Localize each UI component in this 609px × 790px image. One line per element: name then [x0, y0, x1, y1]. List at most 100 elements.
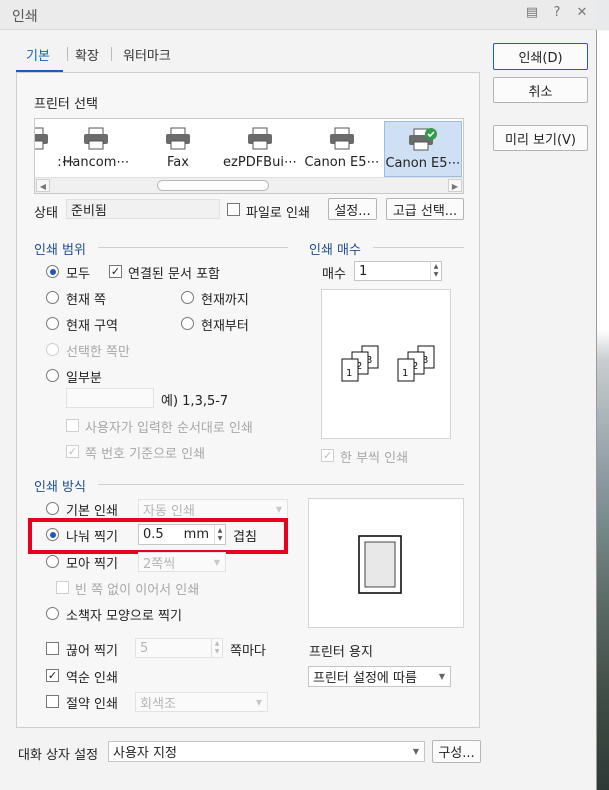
print-to-file-label: 파일로 인쇄 — [246, 206, 310, 221]
printer-paper-title: 프린터 용지 — [309, 645, 373, 660]
printer-select-title: 프린터 선택 — [34, 97, 98, 112]
range-from-current-radio[interactable] — [181, 317, 194, 330]
title-bar: 인쇄 ▤ ? ✕ — [0, 0, 597, 30]
copies-spin-icon[interactable]: ▲ ▼ — [430, 262, 441, 280]
printer-item-canon-2-selected[interactable]: Canon E5⋯ — [384, 121, 462, 177]
scroll-left-icon[interactable]: ◀ — [36, 179, 50, 192]
collate-pages-illustration: 3 2 1 3 2 1 — [341, 345, 435, 382]
copies-title: 인쇄 매수 — [309, 243, 361, 258]
printer-name: Fax — [167, 155, 189, 170]
printer-icon — [35, 127, 48, 150]
printer-icon — [166, 127, 190, 150]
range-all-label: 모두 — [66, 267, 90, 282]
scroll-right-icon[interactable]: ▶ — [448, 179, 462, 192]
highlight-annotation — [28, 518, 288, 554]
reverse-checkbox[interactable]: ✓ — [46, 669, 59, 682]
printer-name: Canon E5⋯ — [385, 156, 461, 171]
scroll-thumb[interactable] — [157, 180, 269, 191]
divider — [373, 247, 464, 248]
economy-dropdown: 회색조 ▼ — [135, 692, 268, 712]
copies-label: 매수 — [322, 267, 346, 282]
preview-button[interactable]: 미리 보기(V) — [493, 125, 588, 151]
print-method-preview — [308, 498, 464, 628]
method-booklet-radio[interactable] — [46, 607, 59, 620]
printer-icon — [84, 127, 108, 150]
page-number: 1 — [346, 368, 352, 379]
printer-item-ezpdf[interactable]: ezPDFBui⋯ — [221, 121, 299, 177]
tab-separator — [67, 47, 68, 61]
range-current-section-label: 현재 구역 — [66, 319, 118, 334]
divider — [98, 484, 464, 485]
copies-stepper[interactable]: 1 ▲ ▼ — [354, 261, 442, 281]
range-all-radio[interactable] — [46, 265, 59, 278]
method-gather-radio[interactable] — [46, 555, 59, 568]
chunk-label: 끊어 찍기 — [66, 644, 118, 659]
cancel-button[interactable]: 취소 — [493, 77, 588, 103]
range-partial-label: 일부분 — [66, 371, 102, 386]
gather-dropdown: 2쪽씩 ▼ — [138, 552, 226, 572]
printer-item-canon-1[interactable]: Canon E5⋯ — [303, 121, 381, 177]
printer-icon — [248, 127, 272, 150]
gather-value: 2쪽씩 — [143, 556, 176, 572]
collate-checkbox: ✓ — [321, 449, 334, 462]
economy-value: 회색조 — [140, 696, 176, 712]
continuous-label: 빈 쪽 없이 이어서 인쇄 — [75, 583, 200, 598]
include-linked-checkbox[interactable]: ✓ — [109, 265, 122, 278]
print-dialog: 인쇄 ▤ ? ✕ 기본 확장 워터마크 인쇄(D) 취소 미리 보기(V) 프린… — [0, 0, 597, 790]
printer-item-hancom[interactable]: Hancom⋯ — [57, 121, 135, 177]
reverse-label: 역순 인쇄 — [66, 671, 118, 686]
method-gather-label: 모아 찍기 — [66, 557, 118, 572]
user-order-checkbox — [66, 419, 79, 432]
range-current-section-radio[interactable] — [46, 317, 59, 330]
divider — [98, 247, 288, 248]
partial-pages-input[interactable] — [66, 388, 154, 408]
tab-separator — [111, 47, 112, 61]
dialog-settings-dropdown[interactable]: 사용자 지정 ▼ — [108, 741, 425, 762]
configure-button[interactable]: 구성... — [432, 740, 481, 763]
chevron-down-icon: ▼ — [275, 504, 282, 514]
default-printer-icon — [409, 128, 437, 151]
printer-item-fax[interactable]: Fax — [139, 121, 217, 177]
partial-example-label: 예) 1,3,5-7 — [161, 394, 229, 409]
chevron-down-icon: ▼ — [412, 747, 419, 756]
continuous-checkbox — [56, 581, 69, 594]
chunk-checkbox[interactable] — [46, 642, 59, 655]
help-icon[interactable]: ? — [550, 5, 564, 20]
printer-list-scrollbar[interactable]: ◀ ▶ — [35, 177, 463, 193]
range-partial-radio[interactable] — [46, 369, 59, 382]
range-to-current-radio[interactable] — [181, 291, 194, 304]
feedback-icon[interactable]: ▤ — [525, 5, 539, 20]
copies-value: 1 — [359, 263, 368, 279]
chevron-down-icon: ▼ — [213, 557, 220, 567]
method-basic-radio[interactable] — [46, 502, 59, 515]
print-method-title: 인쇄 방식 — [34, 480, 86, 495]
economy-checkbox[interactable] — [46, 695, 59, 708]
chunk-spin-icon: ▲ ▼ — [211, 639, 222, 657]
method-basic-label: 기본 인쇄 — [66, 504, 118, 519]
printer-settings-button[interactable]: 설정... — [328, 198, 377, 220]
dialog-settings-value: 사용자 지정 — [113, 746, 177, 761]
close-icon[interactable]: ✕ — [575, 5, 589, 20]
print-range-title: 인쇄 범위 — [34, 243, 86, 258]
window-title: 인쇄 — [12, 9, 38, 25]
chunk-value: 5 — [140, 640, 149, 656]
collate-label: 한 부씩 인쇄 — [340, 451, 409, 466]
advanced-select-button[interactable]: 고급 선택... — [386, 198, 464, 220]
tab-basic[interactable]: 기본 — [26, 45, 50, 64]
print-to-file-checkbox[interactable] — [227, 203, 240, 216]
status-label: 상태 — [34, 206, 58, 221]
range-current-page-radio[interactable] — [46, 291, 59, 304]
desktop-background — [596, 0, 609, 790]
dialog-settings-label: 대화 상자 설정 — [18, 748, 99, 763]
economy-label: 절약 인쇄 — [66, 697, 118, 712]
range-selected-pages-label: 선택한 쪽만 — [66, 345, 130, 360]
page-number-order-checkbox: ✓ — [66, 445, 79, 458]
tab-extended[interactable]: 확장 — [75, 45, 99, 64]
printer-list: :⋯ Hancom⋯ Fax ezPDFBui⋯ Canon E5⋯ Canon… — [34, 118, 464, 194]
tab-watermark[interactable]: 워터마크 — [123, 45, 171, 64]
printer-paper-dropdown[interactable]: 프린터 설정에 따름 ▼ — [308, 666, 451, 687]
print-button[interactable]: 인쇄(D) — [493, 43, 588, 70]
user-order-label: 사용자가 입력한 순서대로 인쇄 — [85, 421, 253, 436]
chevron-down-icon: ▼ — [255, 697, 262, 707]
basic-print-value: 자동 인쇄 — [143, 503, 195, 519]
